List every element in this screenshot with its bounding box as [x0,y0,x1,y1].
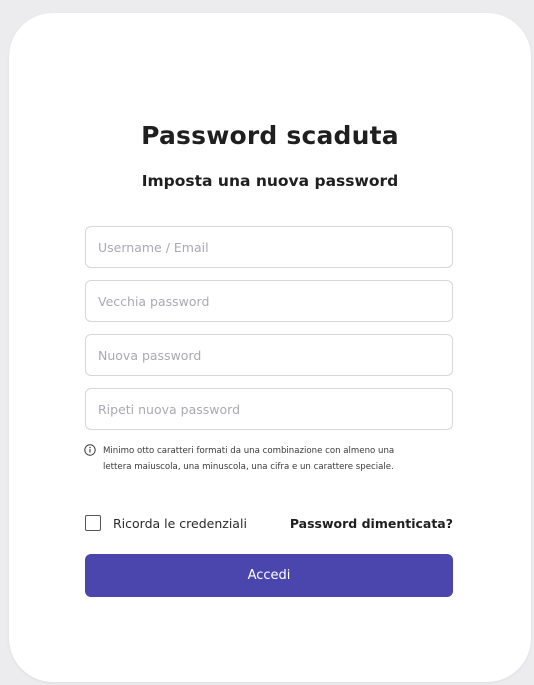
old-password-input[interactable] [85,280,453,322]
password-expired-card: Password scaduta Imposta una nuova passw… [9,13,531,682]
forgot-password-link[interactable]: Password dimenticata? [290,516,453,531]
password-requirements-text: Minimo otto caratteri formati da una com… [103,443,394,475]
remember-label: Ricorda le credenziali [113,515,247,531]
remember-checkbox[interactable] [85,515,101,531]
password-requirements-hint: Minimo otto caratteri formati da una com… [84,443,464,475]
new-password-input[interactable] [85,334,453,376]
page-subtitle: Imposta una nuova password [141,172,399,190]
remember-credentials[interactable]: Ricorda le credenziali [85,515,247,531]
page-title: Password scaduta [141,121,399,150]
info-icon [84,444,96,456]
hint-line-1: Minimo otto caratteri formati da una com… [103,446,395,456]
repeat-new-password-input[interactable] [85,388,453,430]
username-email-input[interactable] [85,226,453,268]
hint-line-2: lettera maiuscola, una minuscola, una ci… [103,462,394,472]
login-button[interactable]: Accedi [85,554,453,597]
